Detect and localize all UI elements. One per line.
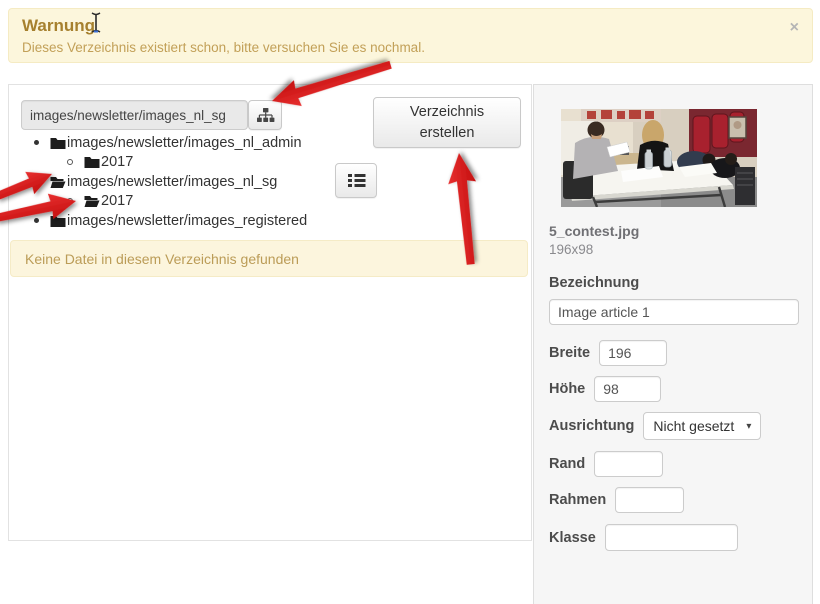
bullet-icon: [34, 218, 39, 224]
warning-message: Dieses Verzeichnis existiert schon, bitt…: [22, 40, 425, 55]
hoehe-input[interactable]: [594, 376, 662, 402]
folder-closed-icon: [50, 137, 66, 149]
tree-item-label: images/newsletter/images_registered: [67, 212, 308, 229]
rand-label: Rand: [549, 456, 586, 472]
warning-banner: Warnung Dieses Verzeichnis existiert sch…: [8, 8, 813, 63]
tree-item-2017-admin[interactable]: 2017: [9, 153, 369, 173]
hoehe-row: Höhe: [549, 376, 662, 402]
rahmen-label: Rahmen: [549, 492, 607, 508]
tree-item-label: images/newsletter/images_nl_admin: [67, 134, 302, 151]
folder-open-icon: [50, 176, 66, 188]
text-cursor-icon: [91, 12, 101, 33]
sitemap-icon: [256, 107, 274, 122]
bullet-icon: [34, 179, 39, 185]
bullet-icon: [67, 159, 73, 166]
ausrichtung-row: Ausrichtung Nicht gesetzt ▾: [549, 412, 762, 440]
tree-item-2017-sg[interactable]: 2017: [9, 192, 369, 212]
file-browser-panel: Verzeichnis erstellen images/newsletter/…: [8, 84, 532, 541]
folder-open-icon: [84, 196, 100, 208]
empty-directory-message: Keine Datei in diesem Verzeichnis gefund…: [25, 250, 299, 267]
caret-down-icon: ▾: [746, 420, 752, 432]
file-name: 5_contest.jpg: [549, 223, 640, 239]
rahmen-input[interactable]: [615, 487, 685, 513]
ausrichtung-label: Ausrichtung: [549, 418, 635, 434]
close-icon[interactable]: ×: [790, 20, 799, 36]
klasse-input[interactable]: [604, 524, 738, 551]
empty-directory-alert: Keine Datei in diesem Verzeichnis gefund…: [10, 240, 528, 277]
breite-input[interactable]: [599, 340, 668, 366]
breite-label: Breite: [549, 345, 591, 361]
hoehe-label: Höhe: [549, 381, 586, 397]
tree-item-label: 2017: [101, 193, 134, 210]
ausrichtung-selected-value: Nicht gesetzt: [653, 418, 735, 434]
rand-row: Rand: [549, 451, 664, 477]
breite-row: Breite: [549, 340, 668, 366]
bullet-icon: [67, 198, 73, 205]
directory-tree: images/newsletter/images_nl_admin 2017 i…: [9, 133, 369, 231]
tree-item-images-nl-admin[interactable]: images/newsletter/images_nl_admin: [9, 133, 369, 153]
tree-item-label: images/newsletter/images_nl_sg: [67, 173, 278, 190]
klasse-label: Klasse: [549, 529, 596, 546]
tree-item-label: 2017: [101, 154, 134, 171]
preview-image: [561, 109, 757, 207]
warning-title: Warnung: [22, 16, 96, 35]
folder-closed-icon: [84, 157, 100, 169]
folder-closed-icon: [50, 215, 66, 227]
rand-input[interactable]: [594, 451, 664, 477]
ausrichtung-select[interactable]: Nicht gesetzt ▾: [643, 412, 762, 440]
bezeichnung-row: Bezeichnung: [549, 275, 648, 291]
toggle-tree-button[interactable]: [248, 100, 282, 130]
tree-item-images-registered[interactable]: images/newsletter/images_registered: [9, 211, 369, 231]
bullet-icon: [34, 140, 39, 146]
rahmen-row: Rahmen: [549, 487, 685, 513]
file-dimensions: 196x98: [549, 242, 594, 257]
create-directory-button[interactable]: Verzeichnis erstellen: [373, 97, 521, 148]
klasse-row: Klasse: [549, 524, 738, 551]
bezeichnung-label: Bezeichnung: [549, 275, 640, 291]
file-details-panel: 5_contest.jpg 196x98 Bezeichnung Breite …: [533, 84, 813, 604]
bezeichnung-input[interactable]: [549, 299, 799, 325]
directory-path-input[interactable]: [21, 100, 248, 130]
tree-item-images-nl-sg[interactable]: images/newsletter/images_nl_sg: [9, 172, 369, 192]
